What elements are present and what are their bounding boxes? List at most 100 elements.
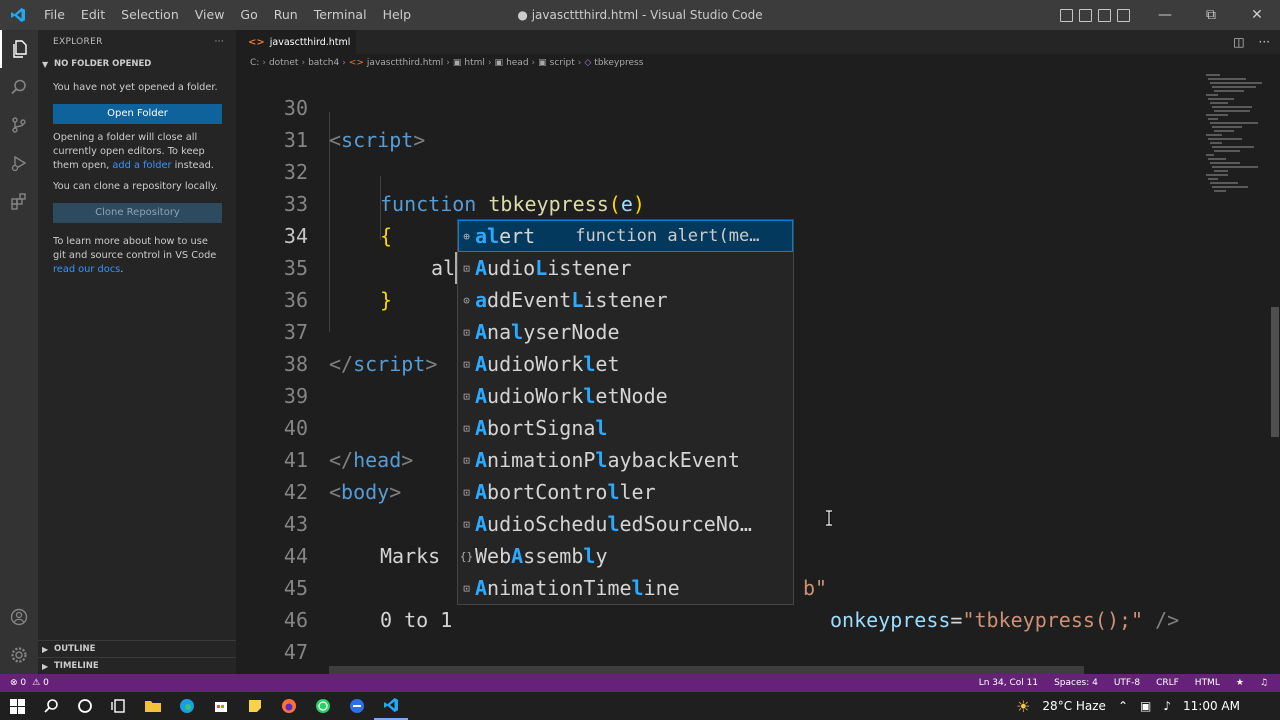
menu-run[interactable]: Run (266, 0, 306, 30)
minimap-line (1214, 150, 1240, 152)
suggestion-item[interactable]: ⊡ AnimationTimeline (458, 572, 793, 604)
account-icon[interactable] (0, 598, 38, 636)
breadcrumb-item[interactable]: javasctthird.html (367, 58, 443, 68)
tray-expand-icon[interactable]: ⌃ (1118, 699, 1128, 713)
vscode-taskbar-icon[interactable] (374, 692, 408, 720)
read-docs-link[interactable]: read our docs (53, 264, 120, 275)
tab-javasctthird-html[interactable]: <> javasctthird.html (236, 30, 356, 54)
breadcrumb-item[interactable]: tbkeypress (594, 58, 643, 68)
breadcrumb-item[interactable]: script (550, 58, 575, 68)
minimap-line (1206, 74, 1220, 76)
search-icon[interactable] (34, 692, 68, 720)
suggestion-item[interactable]: ⊡ AudioListener (458, 252, 793, 284)
explorer-icon[interactable] (0, 30, 38, 68)
breadcrumb-item[interactable]: C: (250, 58, 259, 68)
cortana-icon[interactable] (68, 692, 102, 720)
open-folder-button[interactable]: Open Folder (53, 104, 222, 124)
weather-sun-icon[interactable]: ☀ (1016, 697, 1030, 716)
run-debug-icon[interactable] (0, 144, 38, 182)
menu-file[interactable]: File (36, 0, 73, 30)
more-actions-icon[interactable]: ··· (215, 37, 224, 47)
extensions-icon[interactable] (0, 182, 38, 220)
label-part: etNode (595, 384, 668, 408)
match-highlight: l (607, 480, 620, 504)
menu-selection[interactable]: Selection (113, 0, 187, 30)
chat-app-icon[interactable] (340, 692, 374, 720)
learn-text-end: . (120, 264, 124, 275)
warnings-count[interactable]: ⚠ 0 (32, 678, 49, 688)
errors-count[interactable]: ⊗ 0 (10, 678, 26, 688)
clone-repository-button[interactable]: Clone Repository (53, 203, 222, 223)
suggestion-label: AudioWorklet (475, 352, 620, 376)
horizontal-scrollbar[interactable] (329, 666, 1084, 674)
breadcrumb-item[interactable]: batch4 (308, 58, 339, 68)
menu-terminal[interactable]: Terminal (306, 0, 375, 30)
restore-icon[interactable]: ⧉ (1188, 0, 1234, 30)
suggestion-item[interactable]: ⊡ AnalyserNode (458, 316, 793, 348)
suggestion-item[interactable]: {} WebAssembly (458, 540, 793, 572)
network-icon[interactable]: ▣ (1140, 699, 1151, 713)
suggestion-item[interactable]: ⊡ AbortController (458, 476, 793, 508)
element-icon: ▣ (494, 58, 504, 68)
close-icon[interactable]: ✕ (1234, 0, 1280, 30)
weather-text[interactable]: 28°C Haze (1042, 699, 1106, 713)
indentation[interactable]: Spaces: 4 (1054, 678, 1098, 688)
suggestion-item[interactable]: ⊡ AudioScheduledSourceNo… (458, 508, 793, 540)
label-part: na (487, 320, 512, 344)
breadcrumb-item[interactable]: head (506, 58, 528, 68)
match-highlight: l (583, 352, 596, 376)
notifications-bell-icon[interactable]: ♫ (1260, 678, 1268, 688)
match-highlight: l (631, 576, 644, 600)
menu-bar: File Edit Selection View Go Run Terminal… (36, 0, 419, 30)
feedback-icon[interactable]: ★ (1236, 678, 1244, 688)
breadcrumb-item[interactable]: html (464, 58, 485, 68)
clock[interactable]: 11:00 AM (1183, 699, 1240, 713)
menu-edit[interactable]: Edit (73, 0, 113, 30)
toggle-secondary-sidebar-icon[interactable] (1098, 8, 1111, 22)
match-highlight: A (475, 416, 488, 440)
settings-gear-icon[interactable] (0, 636, 38, 674)
suggestion-label: AnimationTimeline (475, 576, 680, 600)
volume-icon[interactable]: ♪ (1163, 699, 1171, 713)
no-folder-section-header[interactable]: ▼ NO FOLDER OPENED (38, 54, 236, 74)
source-control-icon[interactable] (0, 106, 38, 144)
task-view-icon[interactable] (102, 692, 136, 720)
minimap[interactable] (1200, 72, 1270, 674)
suggestion-item[interactable]: ⊕ alert function alert(me… (458, 220, 793, 252)
firefox-icon[interactable] (272, 692, 306, 720)
suggestion-item[interactable]: ⊡ AnimationPlaybackEvent (458, 444, 793, 476)
split-editor-icon[interactable]: ◫ (1233, 35, 1244, 49)
label-part: udio (487, 256, 536, 280)
suggestion-item[interactable]: ⊡ AudioWorklet (458, 348, 793, 380)
whatsapp-icon[interactable] (306, 692, 340, 720)
menu-go[interactable]: Go (232, 0, 265, 30)
more-actions-icon[interactable]: ··· (1259, 35, 1270, 49)
match-highlight: A (475, 384, 488, 408)
language-mode[interactable]: HTML (1195, 678, 1220, 688)
file-explorer-icon[interactable] (136, 692, 170, 720)
toggle-sidebar-icon[interactable] (1060, 8, 1073, 22)
scrollbar-thumb[interactable] (1271, 307, 1279, 437)
toggle-panel-icon[interactable] (1079, 8, 1092, 22)
breadcrumb-item[interactable]: dotnet (269, 58, 299, 68)
timeline-section-header[interactable]: ▶ TIMELINE (38, 657, 236, 674)
add-folder-link[interactable]: add a folder (112, 160, 171, 171)
minimize-icon[interactable]: — (1142, 0, 1188, 30)
suggestion-item[interactable]: ⊡ AudioWorkletNode (458, 380, 793, 412)
suggestion-item[interactable]: ⊙ addEventListener (458, 284, 793, 316)
vertical-scrollbar[interactable] (1270, 72, 1280, 674)
chevron-right-icon: › (342, 58, 346, 68)
line-ending[interactable]: CRLF (1156, 678, 1179, 688)
sticky-notes-icon[interactable] (238, 692, 272, 720)
store-icon[interactable] (204, 692, 238, 720)
edge-browser-icon[interactable] (170, 692, 204, 720)
customize-layout-icon[interactable] (1117, 8, 1130, 22)
menu-help[interactable]: Help (375, 0, 420, 30)
outline-section-header[interactable]: ▶ OUTLINE (38, 640, 236, 657)
encoding[interactable]: UTF-8 (1114, 678, 1140, 688)
windows-start-icon[interactable] (0, 692, 34, 720)
cursor-position[interactable]: Ln 34, Col 11 (979, 678, 1038, 688)
menu-view[interactable]: View (187, 0, 233, 30)
suggestion-item[interactable]: ⊡ AbortSignal (458, 412, 793, 444)
search-icon[interactable] (0, 68, 38, 106)
